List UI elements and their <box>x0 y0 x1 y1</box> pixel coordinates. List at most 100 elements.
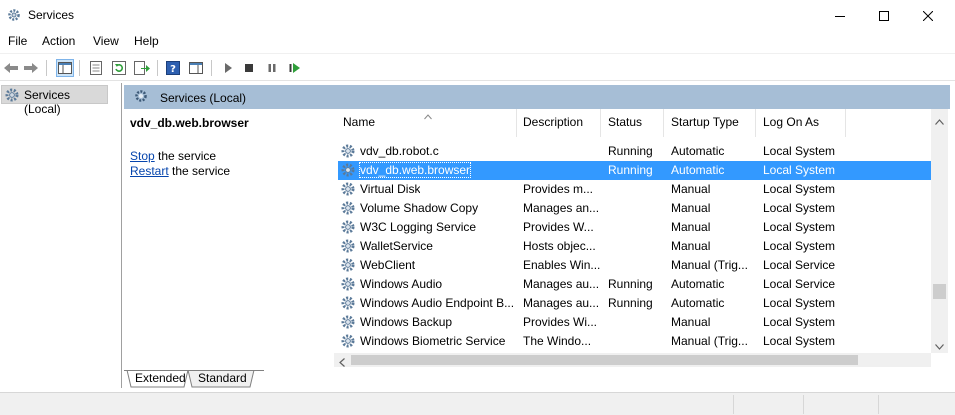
cell-startup: Automatic <box>671 163 725 177</box>
start-service-icon[interactable] <box>219 59 237 77</box>
cell-name: Windows Backup <box>360 315 453 329</box>
scroll-left-arrow-icon[interactable] <box>339 356 345 370</box>
cell-logon: Local System <box>763 163 836 177</box>
tab-extended[interactable]: Extended <box>129 370 192 387</box>
status-segment <box>803 395 878 414</box>
menu-bar: File Action View Help <box>0 31 955 52</box>
table-row[interactable]: vdv_db.robot.c Running Automatic Local Syst… <box>338 142 931 161</box>
view-tabs: Extended Standard <box>124 370 955 388</box>
status-segment <box>878 395 955 414</box>
table-row[interactable]: Volume Shadow Copy Manages an... Manual Loc… <box>338 199 931 218</box>
cell-startup: Manual <box>671 315 711 329</box>
service-gear-icon <box>340 333 356 352</box>
horizontal-scroll-thumb[interactable] <box>351 355 858 365</box>
cell-description: Provides W... <box>523 220 594 234</box>
cell-logon: Local Service <box>763 277 836 291</box>
toolbar-separator <box>46 60 47 76</box>
tab-standard[interactable]: Standard <box>192 370 253 387</box>
services-gear-icon <box>7 8 21 22</box>
extended-description-panel: vdv_db.web.browser Stop the service Rest… <box>124 109 330 367</box>
results-pane: Services (Local) vdv_db.web.browser Stop… <box>124 83 955 388</box>
toolbar-separator <box>79 60 80 76</box>
cell-startup: Manual (Trig... <box>671 334 748 348</box>
service-gear-icon <box>340 219 356 238</box>
restart-service-icon[interactable] <box>286 59 304 77</box>
close-button[interactable] <box>905 0 951 31</box>
cell-description: Manages au... <box>523 296 600 310</box>
refresh-icon[interactable] <box>110 59 128 77</box>
table-row[interactable]: vdv_db.web.browser Running Automatic Local … <box>338 161 931 180</box>
table-row[interactable]: Windows Backup Provides Wi... Manual Local … <box>338 313 931 332</box>
cell-status: Running <box>608 163 653 177</box>
cell-name: Windows Audio Endpoint B... <box>360 296 515 310</box>
vertical-scrollbar[interactable] <box>931 109 948 353</box>
table-row[interactable]: WebClient Enables Win... Manual (Trig... Lo… <box>338 256 931 275</box>
menu-help[interactable]: Help <box>134 34 159 48</box>
cell-status: Running <box>608 296 653 310</box>
restart-service-link[interactable]: Restart <box>130 164 169 178</box>
services-list: Name Description Status Startup Type Log… <box>334 109 948 367</box>
scroll-up-arrow-icon[interactable] <box>935 114 944 128</box>
status-segment <box>733 395 803 414</box>
cell-logon: Local System <box>763 296 836 310</box>
service-gear-icon <box>340 162 356 181</box>
forward-arrow-icon[interactable] <box>22 59 40 77</box>
help-icon[interactable]: ? <box>164 59 182 77</box>
toolbar-separator <box>157 60 158 76</box>
stop-service-icon[interactable] <box>240 59 258 77</box>
service-gear-icon <box>340 181 356 200</box>
selected-service-name: vdv_db.web.browser <box>130 116 249 130</box>
cell-startup: Automatic <box>671 277 725 291</box>
cell-name: vdv_db.web.browser <box>358 162 472 178</box>
cell-name: WebClient <box>360 258 416 272</box>
cell-status: Running <box>608 277 653 291</box>
export-list-icon[interactable] <box>133 59 151 77</box>
cell-startup: Manual (Trig... <box>671 258 748 272</box>
table-row[interactable]: WalletService Hosts objec... Manual Local S… <box>338 237 931 256</box>
properties-icon[interactable] <box>87 59 105 77</box>
service-gear-icon <box>340 143 356 162</box>
cell-logon: Local System <box>763 201 836 215</box>
restart-service-line: Restart the service <box>130 164 230 178</box>
cell-startup: Manual <box>671 182 711 196</box>
cell-logon: Local System <box>763 334 836 348</box>
stop-service-link[interactable]: Stop <box>130 149 155 163</box>
menu-file[interactable]: File <box>8 34 27 48</box>
maximize-button[interactable] <box>861 0 907 31</box>
table-row[interactable]: W3C Logging Service Provides W... Manual Lo… <box>338 218 931 237</box>
show-action-pane-icon[interactable] <box>187 59 205 77</box>
minimize-button[interactable] <box>817 0 863 31</box>
stop-service-line: Stop the service <box>130 149 216 163</box>
scroll-down-arrow-icon[interactable] <box>935 339 944 353</box>
cell-logon: Local System <box>763 182 836 196</box>
menu-action[interactable]: Action <box>42 34 75 48</box>
horizontal-scrollbar[interactable] <box>334 353 931 367</box>
table-row[interactable]: Windows Audio Manages au... Running Automat… <box>338 275 931 294</box>
pause-service-icon[interactable] <box>263 59 281 77</box>
cell-name: Volume Shadow Copy <box>360 201 479 215</box>
service-gear-icon <box>340 257 356 276</box>
cell-startup: Manual <box>671 239 711 253</box>
show-hide-console-tree-icon[interactable] <box>56 59 74 77</box>
table-row[interactable]: Virtual Disk Provides m... Manual Local Sys… <box>338 180 931 199</box>
results-header: Services (Local) <box>124 85 950 109</box>
results-header-title: Services (Local) <box>160 91 247 105</box>
cell-status: Running <box>608 144 653 158</box>
console-tree: Services (Local) <box>0 83 122 388</box>
stop-service-text: the service <box>154 149 217 163</box>
service-gear-icon <box>340 200 356 219</box>
table-row[interactable]: Windows Audio Endpoint B... Manages au...… <box>338 294 931 313</box>
vertical-scroll-thumb[interactable] <box>933 284 946 299</box>
tree-item-label: Services (Local) <box>24 88 71 116</box>
cell-description: The Windo... <box>523 334 592 348</box>
cell-logon: Local System <box>763 239 836 253</box>
cell-name: Windows Audio <box>360 277 443 291</box>
table-rows: vdv_db.robot.c Running Automatic Local Syst… <box>334 109 931 353</box>
cell-name: Virtual Disk <box>360 182 421 196</box>
cell-startup: Automatic <box>671 296 725 310</box>
table-row[interactable]: Windows Biometric Service The Windo... Man… <box>338 332 931 351</box>
back-arrow-icon[interactable] <box>2 59 20 77</box>
tree-item-services-local[interactable]: Services (Local) <box>1 85 108 116</box>
menu-view[interactable]: View <box>93 34 119 48</box>
cell-description: Enables Win... <box>523 258 601 272</box>
